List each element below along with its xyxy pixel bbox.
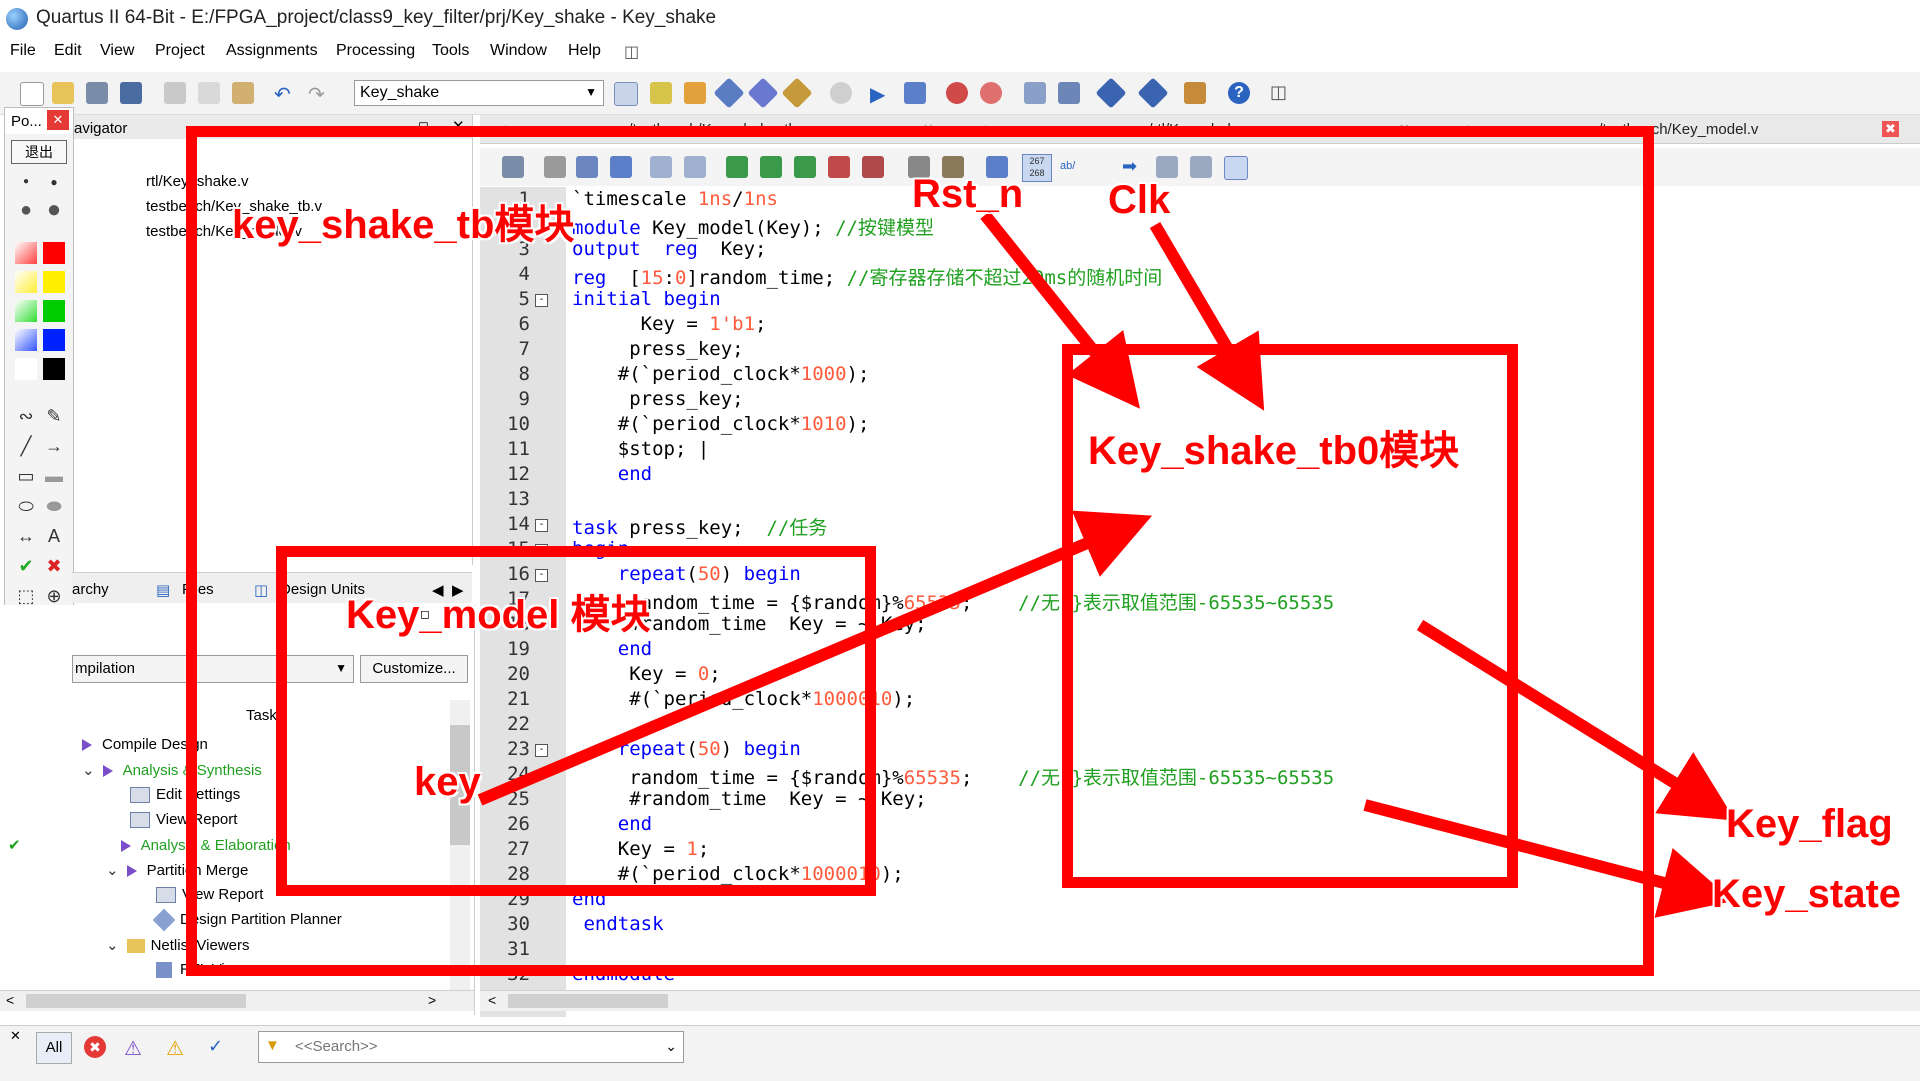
arrow-key-state: [1363, 799, 1734, 918]
label-clk: Clk: [1108, 178, 1171, 222]
label-key-state: Key_state: [1712, 872, 1902, 916]
label-rst-n: Rst_n: [912, 172, 1024, 216]
arrow-rst-n: [980, 211, 1140, 409]
arrow-key-flag: [1416, 619, 1736, 821]
arrow-key: [477, 510, 1153, 806]
label-key: key: [414, 760, 481, 804]
arrow-clk: [1149, 221, 1265, 411]
label-key-flag: Key_flag: [1726, 802, 1893, 846]
label-key-shake-tb: key_shake_tb模块: [232, 203, 575, 247]
label-key-model: Key_model 模块: [346, 593, 651, 637]
annotation-arrows: [477, 211, 1736, 918]
label-key-shake-tb0: Key_shake_tb0模块: [1088, 429, 1460, 473]
